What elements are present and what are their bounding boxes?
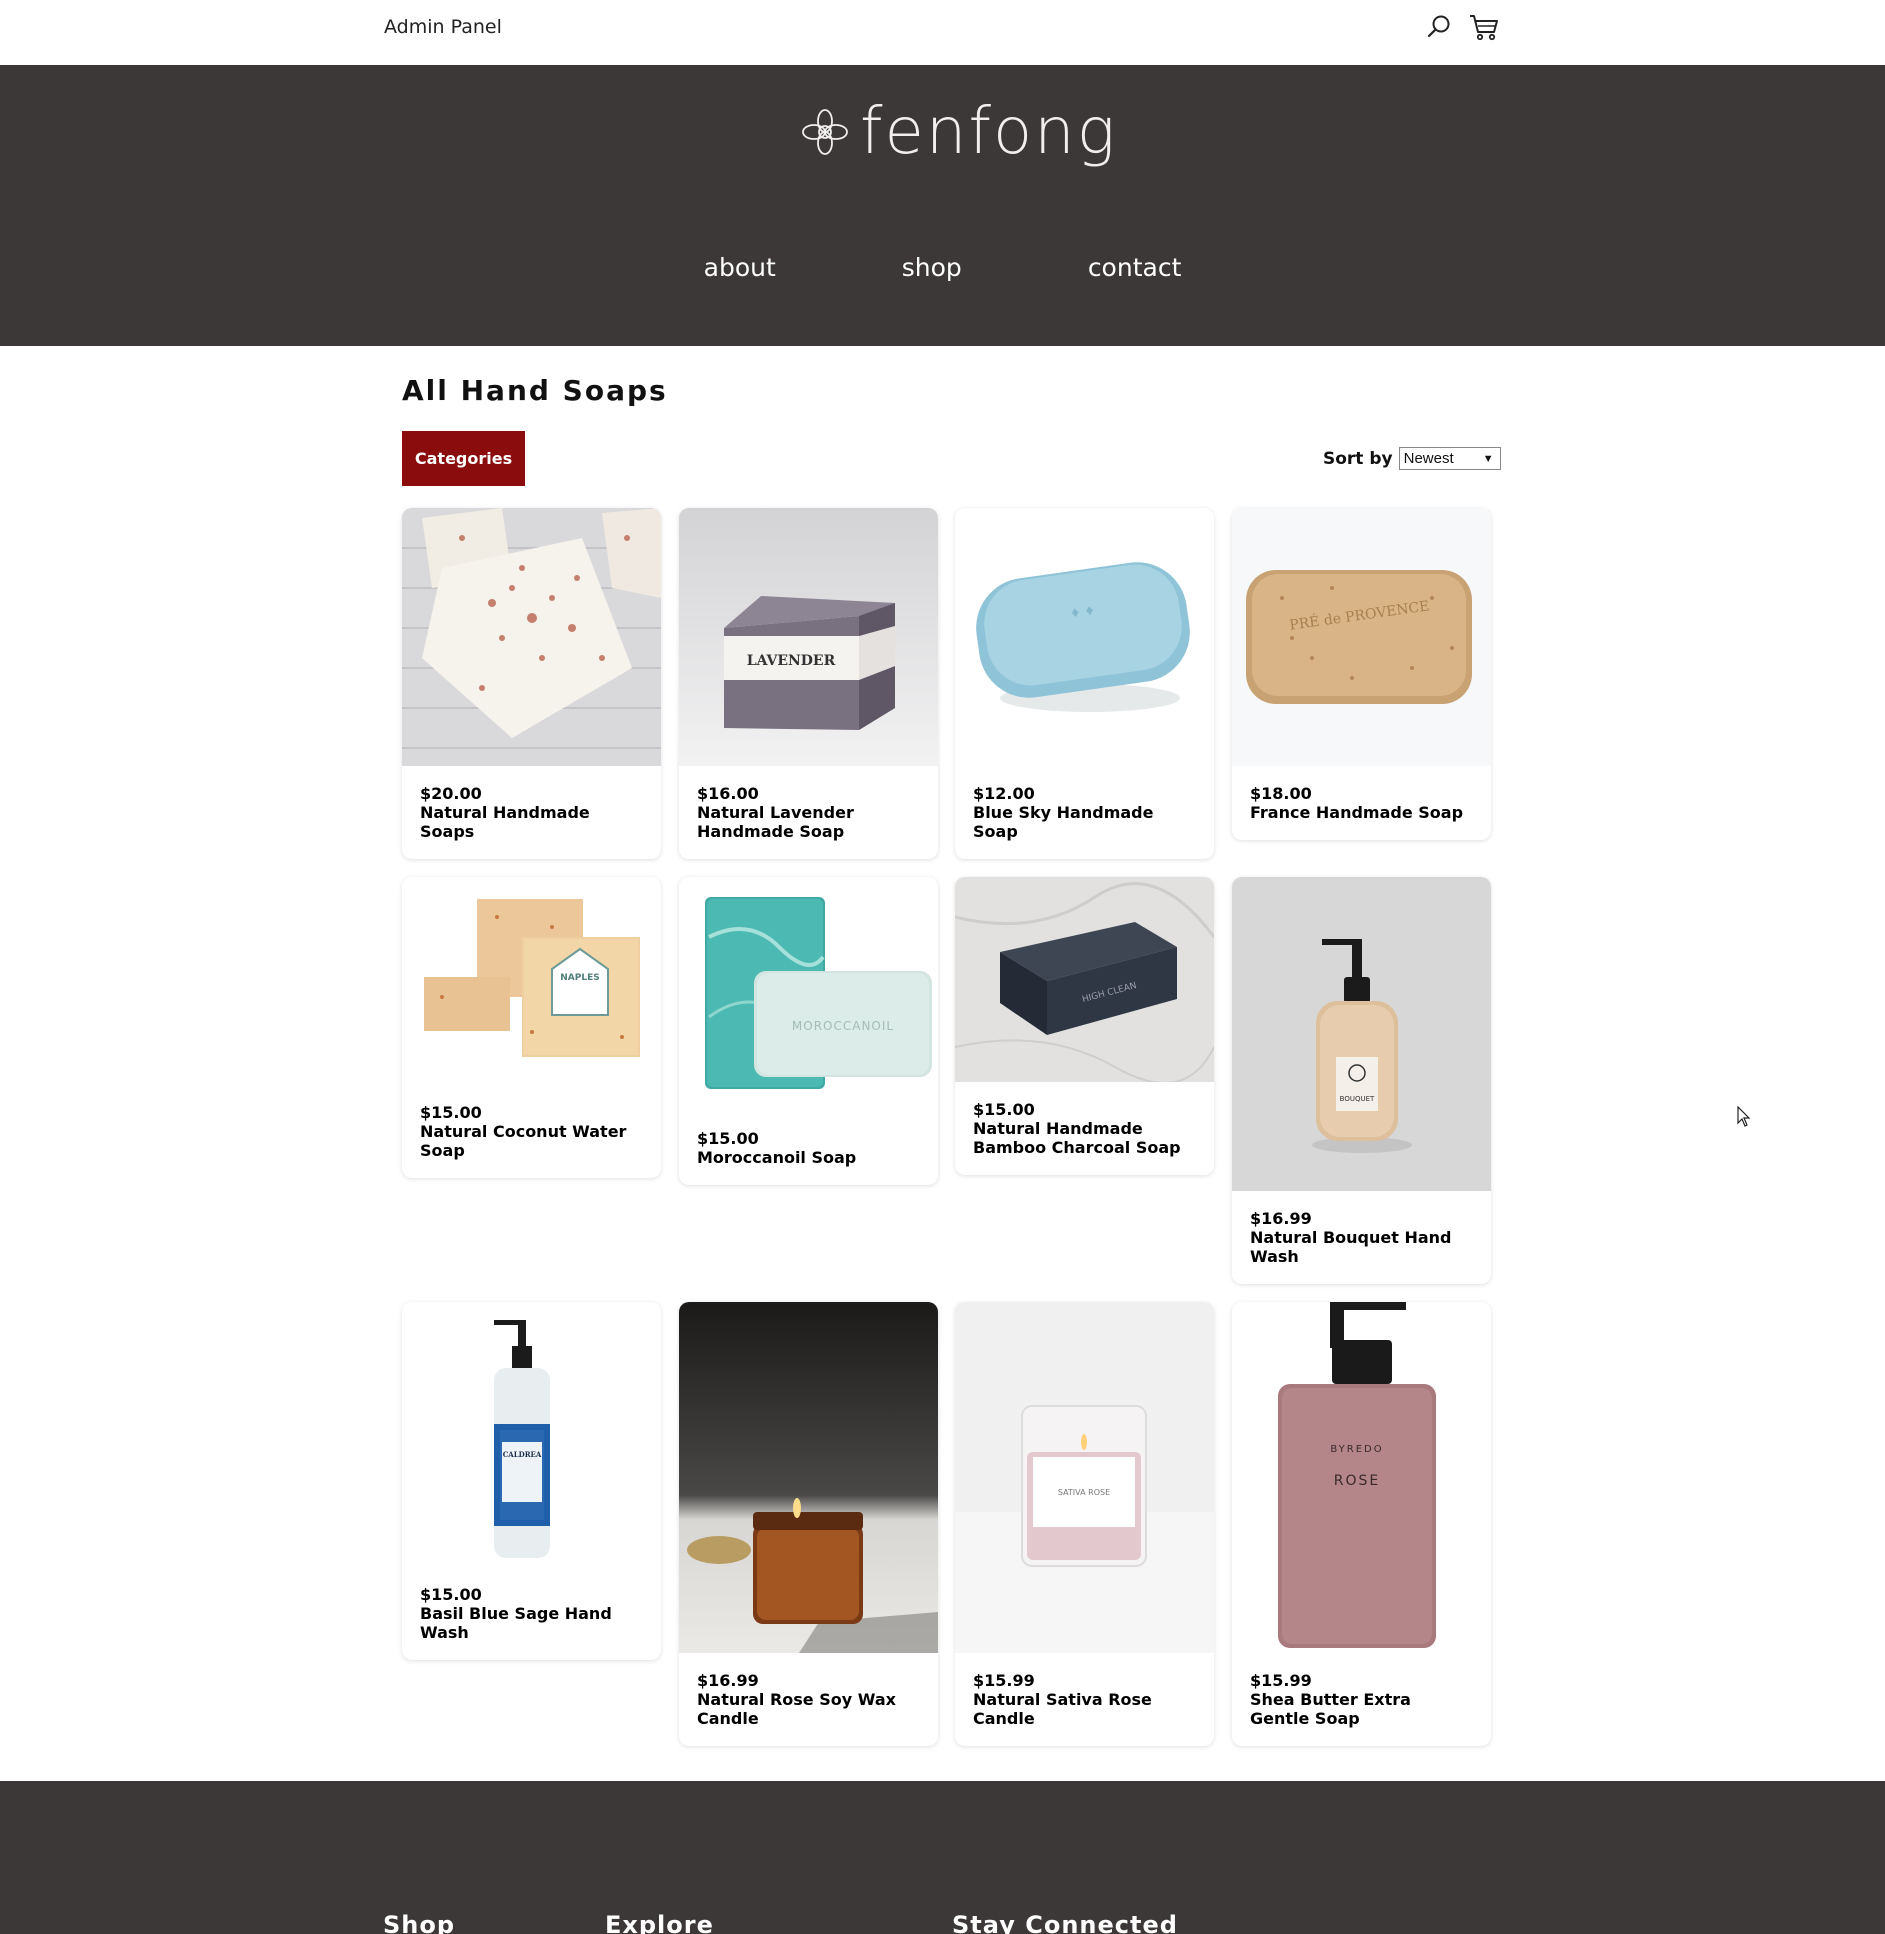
product-image: MOROCCANOIL (679, 877, 938, 1111)
product-image (402, 508, 661, 766)
footer-heading-stay-connected: Stay Connected (952, 1911, 1178, 1934)
product-name: Natural Handmade Bamboo Charcoal Soap (973, 1119, 1181, 1157)
admin-panel-link[interactable]: Admin Panel (384, 16, 502, 38)
product-image: BYREDO ROSE (1232, 1302, 1491, 1653)
product-price: $15.99 (973, 1671, 1035, 1690)
product-price: $16.99 (1250, 1209, 1312, 1228)
product-card[interactable]: ♦ ♦ $12.00 Blue Sky Handmade Soap (955, 508, 1214, 859)
product-name: Moroccanoil Soap (697, 1148, 857, 1167)
product-name: Basil Blue Sage Hand Wash (420, 1604, 612, 1642)
sativa-label: SATIVA ROSE (1058, 1488, 1110, 1497)
footer-heading-explore: Explore (605, 1911, 714, 1934)
product-name: Natural Sativa Rose Candle (973, 1690, 1152, 1728)
mouse-pointer-icon (1737, 1105, 1751, 1128)
lavender-label: LAVENDER (747, 653, 836, 669)
product-image: NAPLES (402, 877, 661, 1085)
naples-label: NAPLES (560, 973, 599, 983)
site-header: fenfong about shop contact (0, 65, 1885, 346)
caldrea-label: CALDREA (503, 1450, 542, 1459)
cart-icon[interactable] (1468, 12, 1498, 42)
nav-contact[interactable]: contact (1070, 253, 1182, 282)
product-image: SATIVA ROSE (955, 1302, 1214, 1653)
byredo-brand: BYREDO (1330, 1444, 1383, 1455)
top-icons (1424, 12, 1498, 42)
product-image: ♦ ♦ (955, 508, 1214, 766)
product-card[interactable]: BYREDO ROSE $15.99 Shea Butter Extra Gen… (1232, 1302, 1491, 1746)
sort-label: Sort by (1323, 448, 1393, 469)
brand-name: fenfong (860, 95, 1118, 169)
sort-selected-value: Newest (1403, 450, 1454, 467)
moroccanoil-label: MOROCCANOIL (792, 1019, 894, 1033)
product-name: Natural Coconut Water Soap (420, 1122, 627, 1160)
product-card[interactable]: LAVENDER $16.00 Natural Lavender Handmad… (679, 508, 938, 859)
product-price: $15.99 (1250, 1671, 1312, 1690)
product-card[interactable]: BOUQUET $16.99 Natural Bouquet Hand Wash (1232, 877, 1491, 1284)
product-card[interactable]: HIGH CLEAN $15.00 Natural Handmade Bambo… (955, 877, 1214, 1175)
product-image: HIGH CLEAN (955, 877, 1214, 1082)
product-price: $15.00 (973, 1100, 1035, 1119)
product-card[interactable]: SATIVA ROSE $15.99 Natural Sativa Rose C… (955, 1302, 1214, 1746)
product-price: $15.00 (697, 1129, 759, 1148)
site-footer: Shop Explore Stay Connected (0, 1781, 1885, 1934)
product-image: CALDREA (402, 1302, 661, 1567)
product-name: France Handmade Soap (1250, 803, 1464, 822)
sort-select[interactable]: Newest ▼ (1398, 447, 1501, 470)
product-price: $15.00 (420, 1585, 482, 1604)
brand-logo[interactable]: fenfong (800, 95, 1117, 169)
product-card[interactable]: $20.00 Natural Handmade Soaps (402, 508, 661, 859)
product-image (679, 1302, 938, 1653)
product-image: LAVENDER (679, 508, 938, 766)
main-nav: about shop contact (0, 253, 1885, 282)
product-name: Blue Sky Handmade Soap (973, 803, 1154, 841)
nav-shop[interactable]: shop (884, 253, 962, 282)
product-price: $20.00 (420, 784, 482, 803)
product-image: PRÉ de PROVENCE (1232, 508, 1491, 766)
top-bar: Admin Panel (0, 0, 1885, 65)
product-name: Natural Bouquet Hand Wash (1250, 1228, 1452, 1266)
product-name: Shea Butter Extra Gentle Soap (1250, 1690, 1411, 1728)
product-name: Natural Rose Soy Wax Candle (697, 1690, 896, 1728)
product-price: $12.00 (973, 784, 1035, 803)
product-card[interactable]: NAPLES $15.00 Natural Coconut Water Soap (402, 877, 661, 1178)
footer-heading-shop: Shop (383, 1911, 456, 1934)
product-name: Natural Handmade Soaps (420, 803, 590, 841)
chevron-down-icon: ▼ (1482, 452, 1494, 465)
product-card[interactable]: PRÉ de PROVENCE $18.00 France Handmade S… (1232, 508, 1491, 840)
nav-about[interactable]: about (704, 253, 776, 282)
product-name: Natural Lavender Handmade Soap (697, 803, 854, 841)
byredo-label: ROSE (1334, 1473, 1380, 1489)
product-price: $16.00 (697, 784, 759, 803)
product-card[interactable]: $16.99 Natural Rose Soy Wax Candle (679, 1302, 938, 1746)
product-card[interactable]: MOROCCANOIL $15.00 Moroccanoil Soap (679, 877, 938, 1185)
categories-button[interactable]: Categories (402, 431, 525, 486)
search-icon[interactable] (1424, 12, 1454, 42)
bouquet-label: BOUQUET (1340, 1095, 1375, 1103)
product-price: $15.00 (420, 1103, 482, 1122)
sort-control: Sort by Newest ▼ (1323, 447, 1501, 470)
product-card[interactable]: CALDREA $15.00 Basil Blue Sage Hand Wash (402, 1302, 661, 1660)
product-image: BOUQUET (1232, 877, 1491, 1191)
page-title: All Hand Soaps (402, 374, 668, 407)
product-price: $16.99 (697, 1671, 759, 1690)
flower-logo-icon (800, 107, 850, 157)
product-price: $18.00 (1250, 784, 1312, 803)
